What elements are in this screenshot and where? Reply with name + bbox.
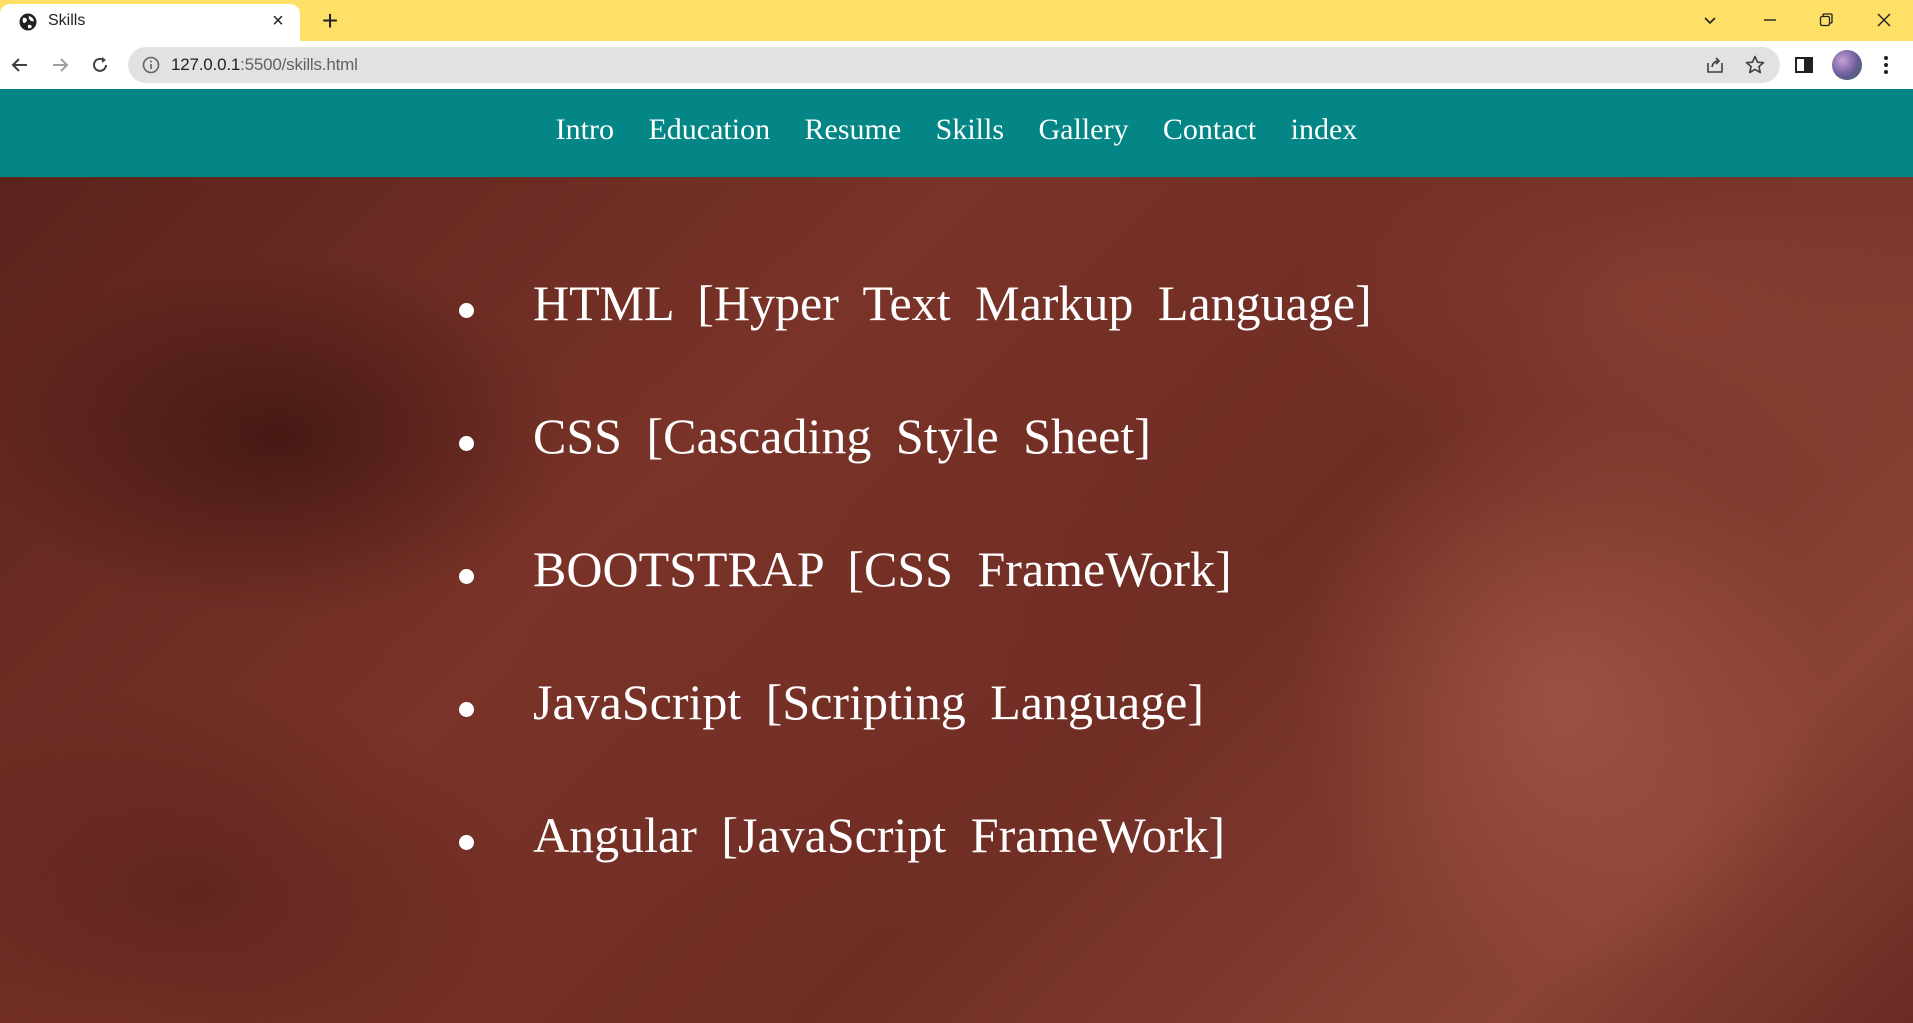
menu-kebab-icon[interactable] — [1870, 49, 1902, 81]
nav-link-skills[interactable]: Skills — [936, 113, 1004, 147]
skill-text: CSS [Cascading Style Sheet] — [533, 408, 1151, 464]
share-icon[interactable] — [1704, 54, 1726, 76]
forward-arrow-icon[interactable] — [44, 49, 76, 81]
nav-link-resume[interactable]: Resume — [805, 113, 902, 147]
restore-icon[interactable] — [1806, 4, 1846, 36]
tab-title: Skills — [48, 12, 86, 29]
bullet-icon — [459, 702, 474, 717]
browser-toolbar: 127.0.0.1:5500/skills.html — [0, 41, 1913, 89]
close-tab-icon[interactable]: × — [268, 11, 288, 31]
nav-link-gallery[interactable]: Gallery — [1038, 113, 1128, 147]
new-tab-button[interactable]: + — [316, 7, 344, 36]
address-bar[interactable]: 127.0.0.1:5500/skills.html — [128, 47, 1780, 83]
bullet-icon — [459, 303, 474, 318]
nav-link-intro[interactable]: Intro — [556, 113, 614, 147]
nav-link-education[interactable]: Education — [648, 113, 770, 147]
bullet-icon — [459, 835, 474, 850]
bullet-icon — [459, 569, 474, 584]
url-path: :5500/skills.html — [240, 55, 358, 74]
bullet-icon — [459, 436, 474, 451]
profile-avatar[interactable] — [1832, 50, 1862, 80]
close-window-icon[interactable] — [1864, 4, 1904, 36]
url-host: 127.0.0.1 — [171, 55, 241, 74]
browser-tab[interactable]: Skills × — [0, 4, 300, 41]
nav-link-contact[interactable]: Contact — [1163, 113, 1256, 147]
skill-text: JavaScript [Scripting Language] — [533, 674, 1205, 730]
skills-section: HTML [Hyper Text Markup Language] CSS [C… — [0, 177, 1913, 1023]
reload-icon[interactable] — [84, 49, 116, 81]
tab-search-icon[interactable] — [1690, 4, 1730, 36]
web-page: Intro Education Resume Skills Gallery Co… — [0, 89, 1913, 1023]
nav-links: Intro Education Resume Skills Gallery Co… — [541, 113, 1373, 147]
skill-text: HTML [Hyper Text Markup Language] — [533, 275, 1372, 331]
bookmark-star-icon[interactable] — [1744, 54, 1766, 76]
back-arrow-icon[interactable] — [4, 49, 36, 81]
site-info-icon[interactable] — [142, 56, 160, 74]
url-text[interactable]: 127.0.0.1:5500/skills.html — [171, 55, 358, 75]
minimize-icon[interactable] — [1750, 4, 1790, 36]
browser-tab-bar: Skills × + — [0, 0, 1913, 41]
skill-text: BOOTSTRAP [CSS FrameWork] — [533, 541, 1232, 597]
skill-text: Angular [JavaScript FrameWork] — [533, 807, 1225, 863]
nav-link-index[interactable]: index — [1291, 113, 1358, 147]
side-panel-icon[interactable] — [1788, 49, 1820, 81]
globe-icon — [19, 13, 37, 31]
site-navbar: Intro Education Resume Skills Gallery Co… — [0, 89, 1913, 177]
